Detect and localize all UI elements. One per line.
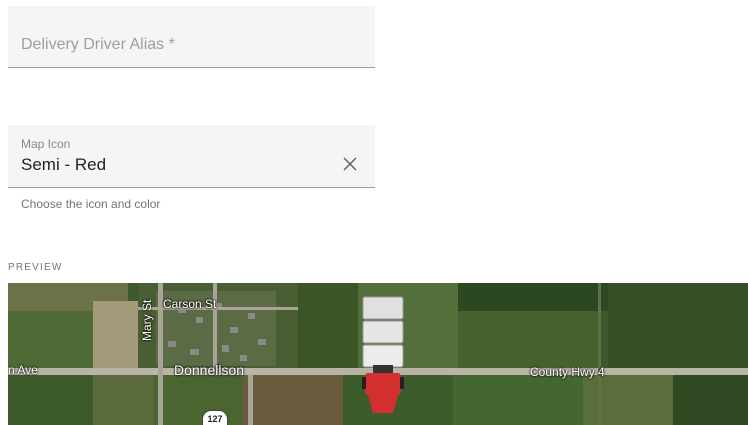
map-label-ave: n Ave [8,363,38,377]
semi-trailer-section-1 [362,296,404,320]
map-icon-select[interactable]: Map Icon Semi - Red [8,125,375,188]
satellite-map-imagery [8,283,748,425]
semi-trailer-section-3 [362,344,404,368]
delivery-driver-alias-field[interactable]: Delivery Driver Alias * [8,6,375,68]
close-icon[interactable] [341,155,359,173]
map-label-town: Donnellson [174,362,245,378]
map-label-mary-st: Mary St [140,299,154,341]
map-icon-label: Map Icon [21,137,71,151]
delivery-driver-alias-placeholder: Delivery Driver Alias * [21,36,175,53]
semi-trailer-section-2 [362,320,404,344]
map-label-carson-st: Carson St [163,297,217,311]
map-icon-value: Semi - Red [21,155,107,174]
preview-label: PREVIEW [8,262,63,273]
map-preview: Carson St Mary St n Ave Donnellson Count… [8,283,748,425]
map-icon-helper-text: Choose the icon and color [21,197,161,211]
semi-cab-nose [368,395,398,413]
map-label-county-hwy: County Hwy 4 [530,365,605,379]
highway-shield-icon: 127 [202,410,228,425]
semi-cab [365,373,401,395]
